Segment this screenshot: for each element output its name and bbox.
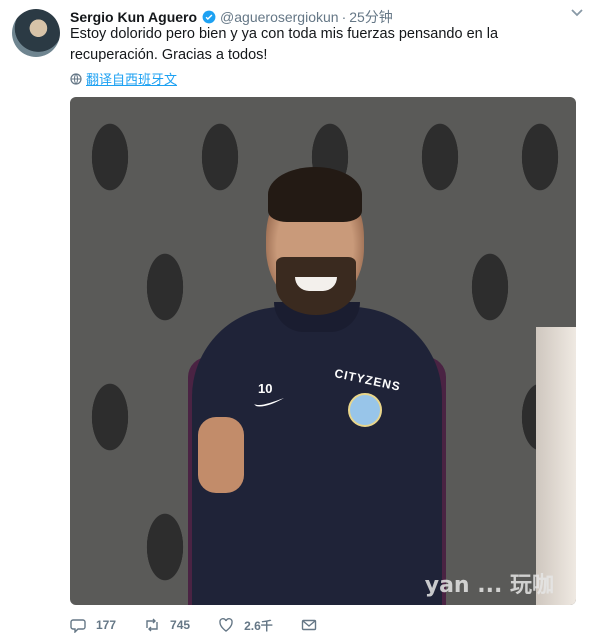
- message-icon: [301, 619, 316, 631]
- avatar[interactable]: [12, 9, 60, 57]
- tweet-text: Estoy dolorido pero bien y ya con toda m…: [70, 26, 499, 63]
- retweet-count: 745: [170, 618, 191, 632]
- thumbs-up-hand: [198, 417, 244, 493]
- like-count: 2.6千: [244, 618, 273, 633]
- reply-button[interactable]: 177: [70, 617, 116, 633]
- tweet: Sergio Kun Aguero @aguerosergiokun · 25分…: [0, 0, 598, 638]
- translate-label: 翻译自西班牙文: [86, 72, 178, 87]
- translate-link[interactable]: 翻译自西班牙文: [70, 69, 177, 88]
- tweet-photo[interactable]: 10 CITYZENS yan ... 玩咖: [70, 97, 576, 605]
- verified-badge-icon: [202, 10, 216, 24]
- chevron-down-icon[interactable]: [568, 6, 586, 20]
- club-crest: [348, 393, 382, 427]
- retweet-icon: [146, 618, 158, 632]
- hair: [268, 167, 362, 222]
- handle[interactable]: @aguerosergiokun: [220, 9, 339, 25]
- tweet-actions: 177 745 2.6千: [70, 614, 355, 636]
- swoosh-logo: [254, 398, 284, 407]
- jersey-number: 10: [258, 381, 273, 396]
- message-button[interactable]: [301, 617, 327, 633]
- globe-icon: [70, 72, 82, 85]
- display-name[interactable]: Sergio Kun Aguero: [70, 9, 197, 25]
- like-icon: [219, 617, 233, 632]
- reply-icon: [70, 619, 86, 633]
- like-button[interactable]: 2.6千: [218, 617, 273, 634]
- door-frame: [536, 327, 576, 605]
- separator: ·: [341, 9, 347, 25]
- retweet-button[interactable]: 745: [144, 617, 190, 633]
- reply-count: 177: [96, 618, 117, 632]
- watermark: yan ... 玩咖: [424, 573, 554, 598]
